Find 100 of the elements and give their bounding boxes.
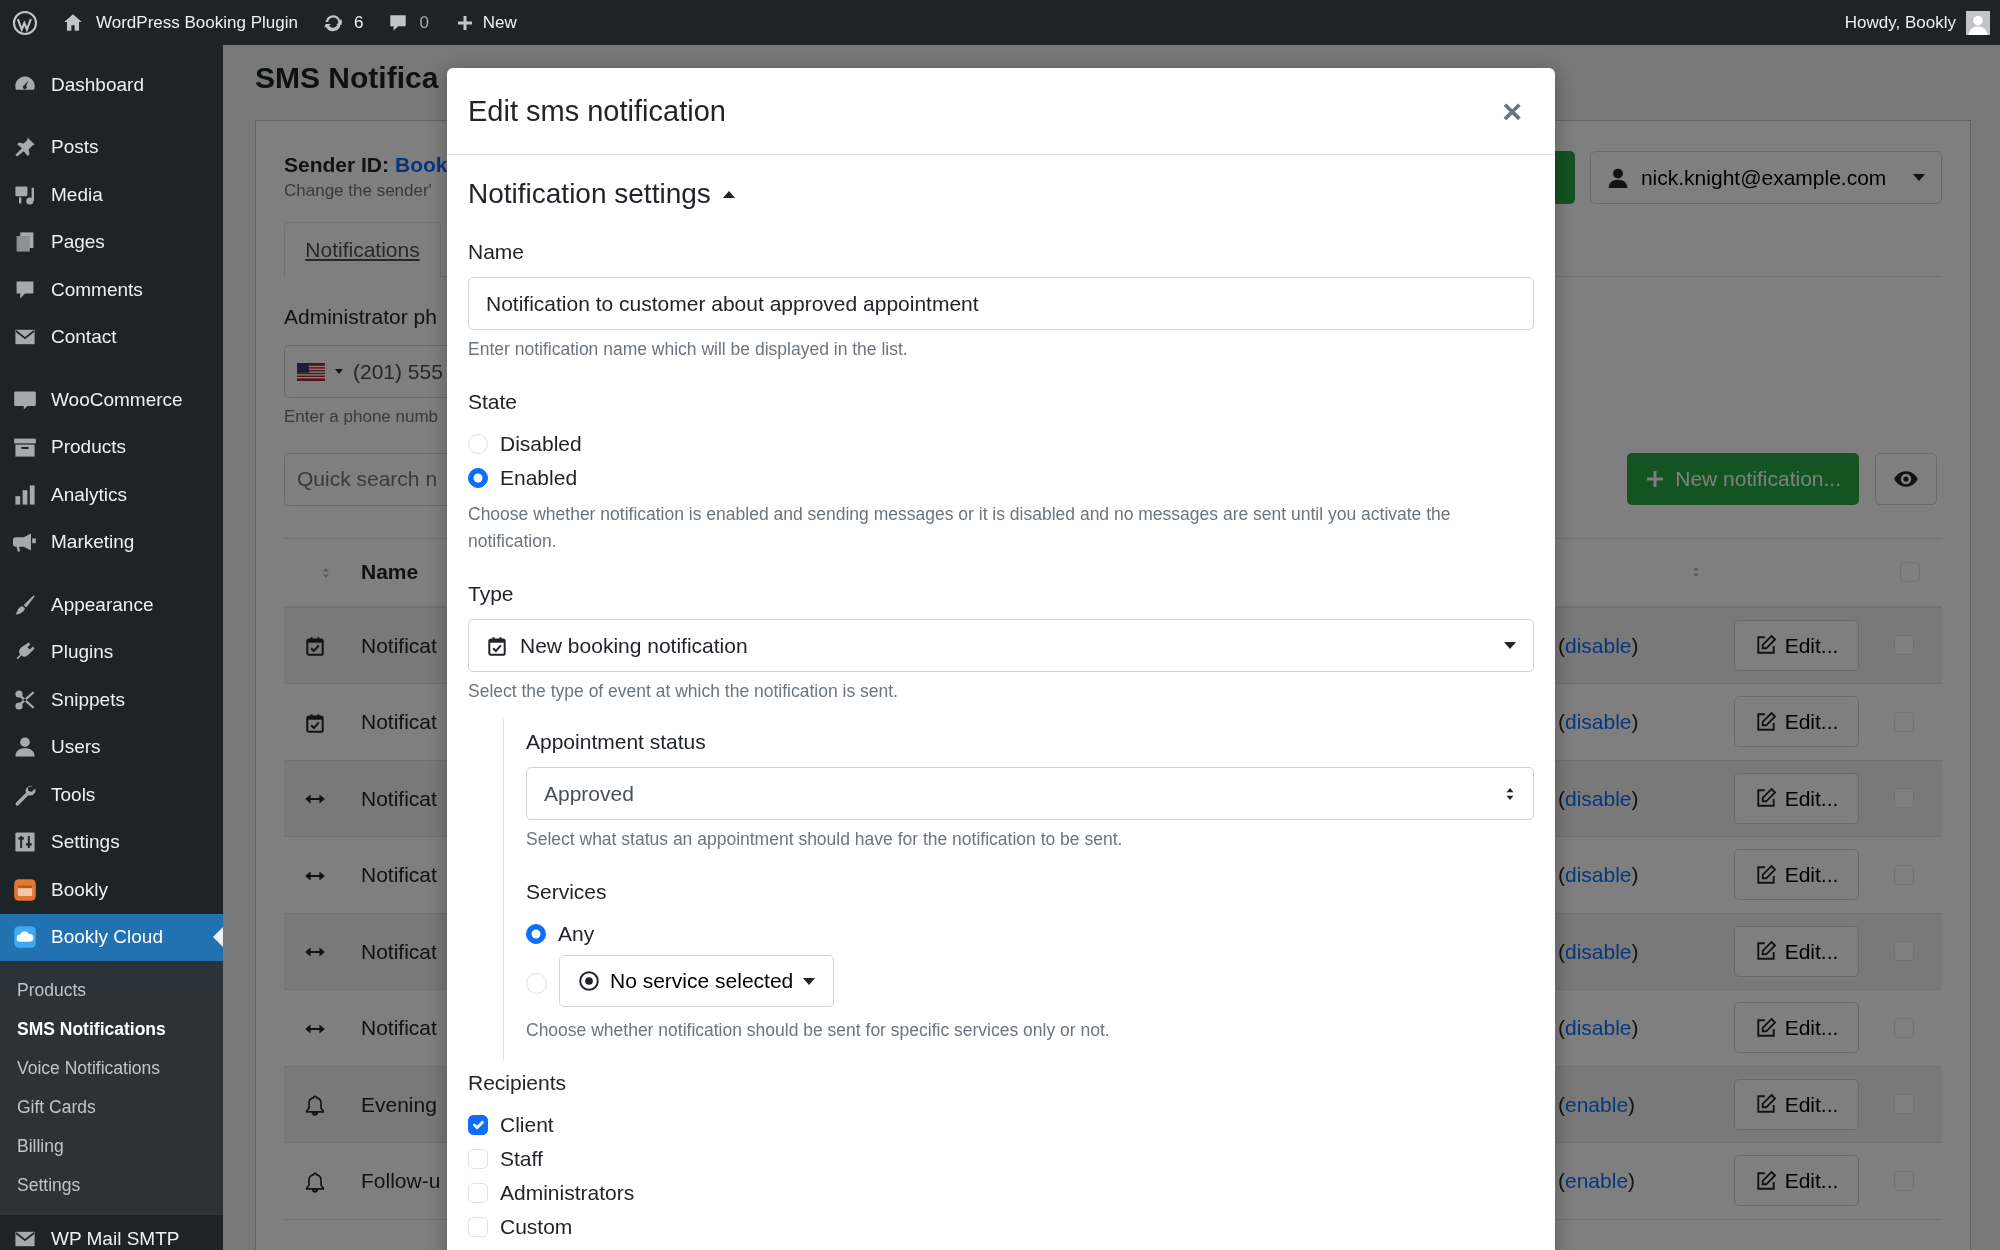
option-label[interactable]: Staff	[500, 1143, 543, 1175]
logo-icon	[12, 9, 38, 36]
paren-text: (	[1558, 938, 1565, 965]
option-label[interactable]: Any	[558, 918, 595, 950]
menu-item[interactable]: WooCommerce	[0, 376, 223, 424]
menu-item[interactable]: Settings	[0, 818, 223, 866]
menu-item[interactable]: Products	[0, 423, 223, 471]
view-button[interactable]	[1875, 453, 1937, 505]
edit-button[interactable]: Edit...	[1734, 1155, 1859, 1207]
submenu-item[interactable]: Settings	[0, 1166, 223, 1205]
calendar-icon	[13, 877, 37, 902]
menu-item[interactable]: Posts	[0, 123, 223, 171]
table-cell-text: Follow-u	[361, 1168, 441, 1194]
option-label[interactable]: Client	[500, 1109, 554, 1141]
edit-button[interactable]: Edit...	[1734, 849, 1859, 901]
table-cell-text: Notificat	[361, 1015, 437, 1041]
help-text: Select what status an appointment should have for the notification to be sent.	[526, 828, 1124, 851]
menu-item[interactable]: Contact	[0, 313, 223, 361]
field-label: Name	[468, 239, 526, 265]
name-field[interactable]: Notification to customer about approved appointment	[468, 277, 1534, 330]
menu-item[interactable]: Analytics	[0, 471, 223, 519]
scissors-icon	[13, 687, 37, 712]
option-label[interactable]: Custom	[500, 1211, 573, 1243]
edit-button[interactable]: Edit...	[1734, 1002, 1859, 1054]
menu-item[interactable]: Dashboard	[0, 61, 223, 109]
submenu-item[interactable]: Billing	[0, 1127, 223, 1166]
edit-button[interactable]: Edit...	[1734, 619, 1859, 671]
edit-icon	[1754, 634, 1777, 657]
new-link[interactable]: New	[454, 9, 517, 36]
submenu-item[interactable]: Voice Notifications	[0, 1049, 223, 1088]
menu-item[interactable]: Snippets	[0, 676, 223, 724]
close-button[interactable]: ×	[1490, 94, 1534, 128]
radio-button[interactable]	[468, 468, 488, 488]
paren-text: (	[1558, 709, 1565, 735]
tab[interactable]: Notifications	[284, 222, 441, 278]
bell-icon	[304, 1170, 326, 1193]
menu-item[interactable]: Plugins	[0, 628, 223, 676]
radio-button[interactable]	[526, 924, 546, 944]
paren-text: (	[1558, 632, 1565, 659]
user-icon	[1606, 166, 1629, 189]
option-label[interactable]: Administrators	[500, 1177, 635, 1209]
menu-item[interactable]: Media	[0, 171, 223, 219]
menu-item[interactable]: Appearance	[0, 581, 223, 629]
table-cell-text: Notificat	[361, 709, 437, 735]
paren-text: (	[1558, 1015, 1565, 1041]
submenu-item[interactable]: Products	[0, 971, 223, 1010]
field-label: Appointment status	[526, 729, 707, 755]
sliders-icon	[13, 830, 37, 855]
menu-item[interactable]: Tools	[0, 771, 223, 819]
search-field[interactable]: Quick search n	[284, 452, 448, 506]
greeting-link[interactable]: Howdy, Bookly	[1844, 9, 1956, 36]
field-label: Administrator ph	[284, 304, 438, 330]
table-cell-text: Notificat	[361, 862, 437, 888]
sort-icon	[321, 567, 331, 578]
menu-item[interactable]: Marketing	[0, 518, 223, 566]
help-text: Choose whether notification is enabled and sending messages or it is disabled and no messages are sent until you activate the notification.	[468, 503, 1452, 553]
column-header: Name	[361, 559, 419, 586]
action-button[interactable]	[1554, 151, 1575, 204]
updates-link[interactable]: 6	[321, 9, 364, 36]
table-cell-text: Notificat	[361, 938, 437, 965]
paren-text: (	[1558, 785, 1565, 812]
comments-link[interactable]: 0	[387, 9, 429, 36]
help-text: Enter notification name which will be displayed in the list.	[468, 338, 909, 361]
service-dropdown[interactable]: No service selected	[559, 955, 835, 1007]
page-title: SMS Notifica	[255, 60, 440, 96]
cloud-icon	[13, 925, 37, 950]
account-name: nick.knight@example.com	[1640, 164, 1888, 191]
type-select[interactable]: New booking notification	[468, 619, 1534, 672]
option-label[interactable]: Enabled	[500, 462, 578, 494]
submenu-item[interactable]: Gift Cards	[0, 1088, 223, 1127]
paren-text: )	[1631, 938, 1639, 965]
menu-item[interactable]: Pages	[0, 218, 223, 266]
edit-button[interactable]: Edit...	[1734, 696, 1859, 748]
menu-pointer-icon	[213, 927, 223, 948]
edit-icon	[1754, 1169, 1777, 1192]
menu-item[interactable]: WP Mail SMTP	[0, 1215, 223, 1250]
section-toggle[interactable]: Notification settings	[468, 177, 1534, 211]
sort-icon	[1691, 567, 1701, 577]
checkbox[interactable]	[468, 1115, 488, 1135]
status-select[interactable]: Approved	[526, 767, 1534, 820]
edit-icon	[1754, 787, 1777, 810]
paren-text: (	[1558, 862, 1565, 888]
edit-button[interactable]: Edit...	[1734, 772, 1859, 824]
field-label: Type	[468, 581, 515, 607]
target-icon	[578, 970, 600, 992]
edit-button[interactable]: Edit...	[1734, 925, 1859, 977]
menu-item[interactable]: Comments	[0, 266, 223, 314]
account-dropdown[interactable]: nick.knight@example.com	[1589, 151, 1942, 204]
menu-item[interactable]: Users	[0, 723, 223, 771]
paren-text: )	[1628, 1168, 1636, 1194]
option-label[interactable]: Disabled	[500, 428, 582, 460]
edit-icon	[1754, 710, 1777, 733]
site-link[interactable]: WordPress Booking Plugin	[62, 9, 298, 36]
submenu-item[interactable]: SMS Notifications	[0, 1010, 223, 1049]
menu-item[interactable]: Bookly Cloud	[0, 913, 223, 961]
table-cell-text: Notificat	[361, 785, 437, 812]
edit-button[interactable]: Edit...	[1734, 1078, 1859, 1130]
bell-icon	[304, 1094, 326, 1116]
menu-item[interactable]: Bookly	[0, 866, 223, 914]
paren-text: )	[1631, 862, 1639, 888]
